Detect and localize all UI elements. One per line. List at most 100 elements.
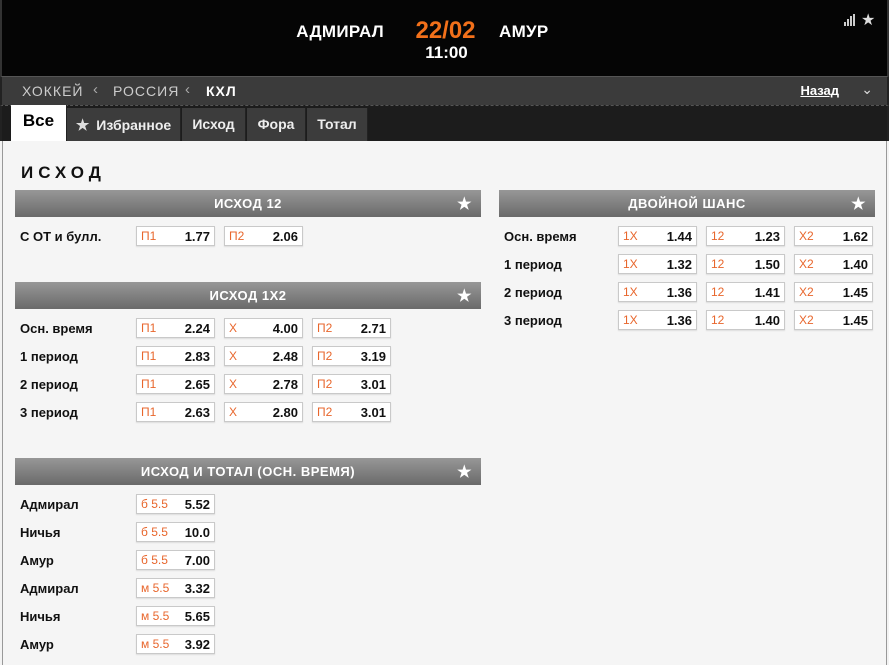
section-title: ИСХОД (21, 163, 106, 182)
odds-key: б 5.5 (141, 553, 168, 567)
odds-button[interactable]: П2 2.06 (224, 226, 303, 246)
odds-key: П2 (317, 349, 333, 363)
odds-value: 1.50 (754, 257, 780, 272)
odds-button[interactable]: 12 1.50 (706, 254, 785, 274)
odds-value: 2.06 (272, 229, 298, 244)
odds-button[interactable]: П1 1.77 (136, 226, 215, 246)
odds-button[interactable]: 12 1.40 (706, 310, 785, 330)
tab-handicap[interactable]: Фора (247, 108, 306, 142)
odds-button[interactable]: П1 2.24 (136, 318, 215, 338)
odds-button[interactable]: П1 2.83 (136, 346, 215, 366)
odds-key: Х (229, 405, 238, 419)
odds-button[interactable]: м 5.5 3.32 (136, 578, 215, 598)
odds-value: 1.32 (666, 257, 692, 272)
odds-value: 3.01 (360, 405, 386, 420)
odds-button[interactable]: 12 1.41 (706, 282, 785, 302)
odds-key: Х (229, 321, 238, 335)
odds-key: П1 (141, 349, 157, 363)
odds-key: Х (229, 349, 238, 363)
market-row-label: 1 период (504, 257, 562, 272)
odds-value: 4.00 (272, 321, 298, 336)
odds-key: б 5.5 (141, 497, 168, 511)
chevron-left-icon: ‹ (93, 81, 98, 98)
odds-button[interactable]: 12 1.23 (706, 226, 785, 246)
odds-key: 12 (711, 229, 725, 243)
odds-button[interactable]: Х 2.48 (224, 346, 303, 366)
odds-button[interactable]: Х 4.00 (224, 318, 303, 338)
breadcrumb-item-league: КХЛ (206, 83, 237, 99)
market-title: ИСХОД 12 (214, 196, 282, 211)
odds-button[interactable]: м 5.5 3.92 (136, 634, 215, 654)
market-header-outcome12: ИСХОД 12 ★ (15, 190, 481, 217)
odds-key: 1Х (623, 257, 638, 271)
odds-button[interactable]: 1Х 1.36 (618, 310, 697, 330)
odds-button[interactable]: П2 3.01 (312, 374, 391, 394)
odds-value: 3.32 (184, 581, 210, 596)
odds-value: 1.41 (754, 285, 780, 300)
odds-key: м 5.5 (141, 609, 170, 623)
star-icon[interactable]: ★ (861, 10, 875, 30)
tab-total[interactable]: Тотал (307, 108, 368, 142)
odds-key: П1 (141, 321, 157, 335)
odds-key: 12 (711, 257, 725, 271)
market-header-outcome1x2: ИСХОД 1Х2 ★ (15, 282, 481, 309)
market-row-label: Осн. время (504, 229, 577, 244)
star-icon[interactable]: ★ (457, 462, 472, 482)
odds-key: б 5.5 (141, 525, 168, 539)
odds-value: 2.83 (184, 349, 210, 364)
odds-value: 10.0 (184, 525, 210, 540)
odds-value: 3.19 (360, 349, 386, 364)
odds-button[interactable]: П2 3.19 (312, 346, 391, 366)
odds-key: 12 (711, 313, 725, 327)
market-row-label: 2 период (20, 377, 78, 392)
market-row-label: 2 период (504, 285, 562, 300)
odds-button[interactable]: П1 2.63 (136, 402, 215, 422)
breadcrumb-item-country[interactable]: РОССИЯ (113, 83, 179, 99)
odds-value: 1.36 (666, 313, 692, 328)
odds-value: 2.48 (272, 349, 298, 364)
odds-button[interactable]: Х 2.78 (224, 374, 303, 394)
odds-button[interactable]: П2 3.01 (312, 402, 391, 422)
odds-button[interactable]: б 5.5 7.00 (136, 550, 215, 570)
odds-button[interactable]: Х2 1.45 (794, 282, 873, 302)
odds-button[interactable]: 1Х 1.44 (618, 226, 697, 246)
breadcrumb-item-sport[interactable]: ХОККЕЙ (22, 83, 83, 99)
star-icon[interactable]: ★ (457, 194, 472, 214)
tab-outcome[interactable]: Исход (182, 108, 246, 142)
back-link[interactable]: Назад (800, 83, 839, 98)
odds-button[interactable]: 1Х 1.36 (618, 282, 697, 302)
odds-button[interactable]: м 5.5 5.65 (136, 606, 215, 626)
market-row-label: 1 период (20, 349, 78, 364)
content-area (2, 141, 887, 665)
market-title: ДВОЙНОЙ ШАНС (628, 196, 746, 211)
odds-key: П2 (317, 377, 333, 391)
odds-value: 2.78 (272, 377, 298, 392)
odds-value: 2.63 (184, 405, 210, 420)
chevron-down-icon[interactable]: ⌄ (861, 81, 873, 98)
market-row-label: Ничья (20, 609, 61, 624)
odds-value: 7.00 (184, 553, 210, 568)
odds-key: П1 (141, 377, 157, 391)
market-title: ИСХОД И ТОТАЛ (ОСН. ВРЕМЯ) (140, 464, 356, 479)
star-icon[interactable]: ★ (851, 194, 866, 214)
odds-value: 2.24 (184, 321, 210, 336)
tab-all[interactable]: Все (11, 105, 67, 142)
odds-button[interactable]: Х2 1.62 (794, 226, 873, 246)
odds-button[interactable]: Х2 1.40 (794, 254, 873, 274)
odds-button[interactable]: П1 2.65 (136, 374, 215, 394)
market-row-label: Ничья (20, 525, 61, 540)
odds-button[interactable]: П2 2.71 (312, 318, 391, 338)
odds-button[interactable]: Х 2.80 (224, 402, 303, 422)
odds-button[interactable]: б 5.5 10.0 (136, 522, 215, 542)
odds-value: 1.40 (842, 257, 868, 272)
star-icon[interactable]: ★ (457, 286, 472, 306)
odds-key: Х2 (799, 229, 814, 243)
tab-favorites[interactable]: ★ Избранное (67, 108, 181, 142)
odds-key: П2 (229, 229, 245, 243)
stats-icon[interactable] (844, 14, 856, 26)
match-time: 11:00 (425, 43, 468, 62)
odds-button[interactable]: 1Х 1.32 (618, 254, 697, 274)
market-tabs: Все ★ Избранное Исход Фора Тотал (0, 105, 889, 142)
odds-button[interactable]: Х2 1.45 (794, 310, 873, 330)
odds-button[interactable]: б 5.5 5.52 (136, 494, 215, 514)
